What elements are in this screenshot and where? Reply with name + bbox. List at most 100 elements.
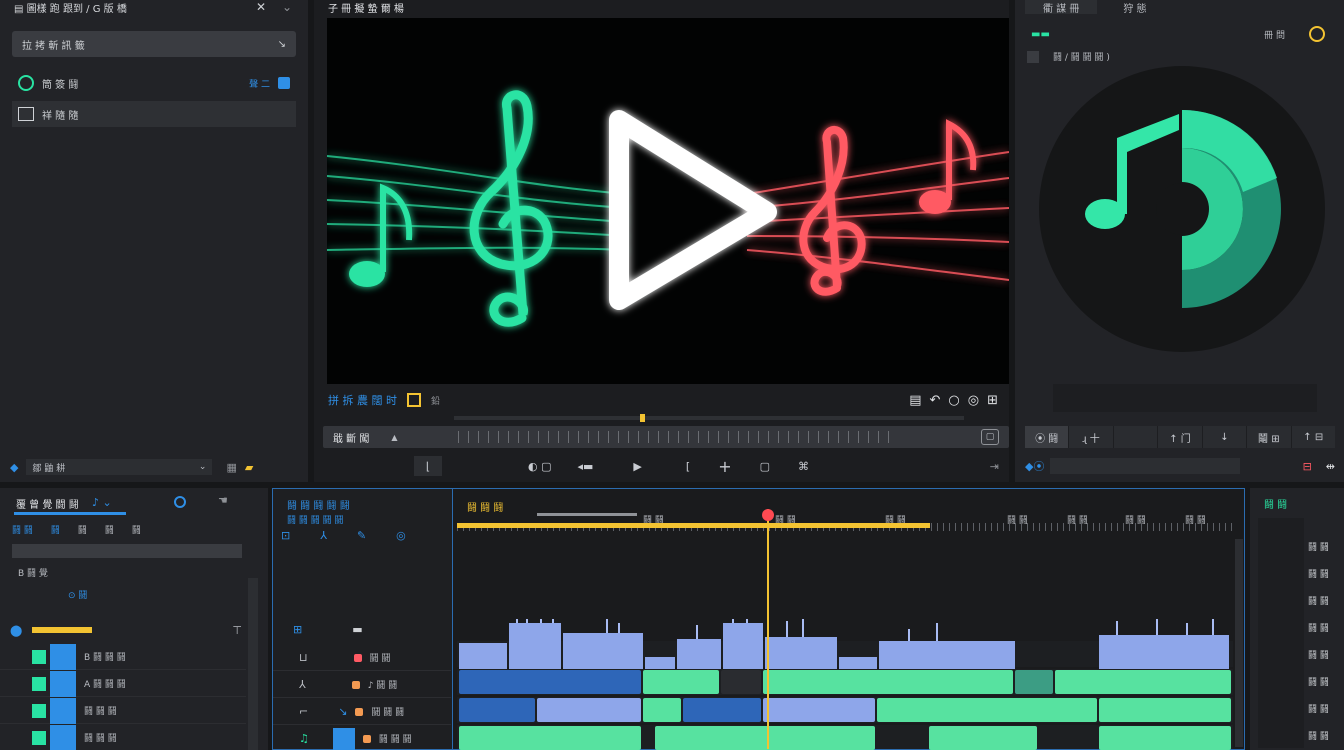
audio-clip-blue[interactable] [537, 698, 641, 722]
track-arm-icon[interactable]: ↘ [338, 705, 347, 718]
toolbar-item[interactable]: 鬪 [51, 523, 60, 536]
mixer-label[interactable]: 鬪 鬪 [1308, 729, 1329, 742]
undo-icon[interactable]: ↶ [930, 393, 941, 408]
fullscreen-icon[interactable]: ⊞ [987, 393, 998, 408]
grid-icon[interactable]: ▦ [226, 461, 236, 474]
option-checkbox[interactable] [1027, 50, 1039, 63]
scrub-top-marker[interactable] [640, 414, 645, 422]
close-icon[interactable]: ✕ [256, 0, 266, 14]
tool-3[interactable] [1114, 426, 1159, 448]
tool-2[interactable]: ɻ 十 [1069, 426, 1114, 448]
fit-icon[interactable]: ⇥ [990, 460, 999, 473]
preview-canvas[interactable] [327, 18, 1009, 384]
track-row[interactable]: 鬪 鬪 鬪 [0, 724, 246, 750]
track-control-row[interactable]: ⊔ 鬪 鬪 [273, 645, 451, 671]
add-icon[interactable]: + [718, 457, 731, 476]
mute-icon[interactable] [351, 680, 360, 689]
toolbar-item[interactable]: 鬪 [105, 523, 114, 536]
toolbar-item[interactable]: 鬪 [78, 523, 87, 536]
prev-frame-icon[interactable]: ◐ ▢ [528, 460, 552, 473]
search-icon[interactable]: ◎ [968, 393, 979, 408]
edit-icon[interactable]: ✎ [357, 529, 366, 542]
filter-icon[interactable]: ↘ [278, 39, 286, 50]
tab-inspector[interactable]: 衢 謀 冊 [1025, 0, 1098, 15]
tool-5[interactable]: ↓ [1203, 426, 1248, 448]
video-clip[interactable] [721, 670, 761, 694]
toggle-icon[interactable] [278, 77, 290, 89]
collapse-icon[interactable]: ⌄ [282, 0, 292, 14]
inspector-footer-field[interactable] [1050, 458, 1241, 474]
mute-icon[interactable] [355, 707, 364, 716]
rewind-icon[interactable]: ◂▬ [578, 460, 594, 473]
scrub-bar[interactable]: 戢 斷 闖 ▲ ▢ [323, 426, 1009, 448]
track-select[interactable] [50, 670, 76, 697]
scrub-end-icon[interactable]: ▢ [981, 429, 999, 445]
inspector-option[interactable]: 鬪 / 鬪 鬪 鬪 ) [1027, 50, 1110, 63]
mixer-label[interactable]: 鬪 鬪 [1308, 648, 1329, 661]
skip-back-icon[interactable]: ⌊ [414, 456, 442, 476]
music-clip[interactable] [1099, 726, 1231, 750]
export-icon[interactable]: ▤ [909, 393, 921, 408]
media-footer-field[interactable]: 鄒 鼬 耕 ⌄ [26, 459, 213, 475]
split-icon[interactable]: ⅄ [320, 529, 327, 542]
stop-icon[interactable]: ▢ [760, 460, 770, 473]
video-clip[interactable] [1055, 670, 1231, 694]
clock-icon[interactable] [174, 496, 186, 508]
loop-icon[interactable]: ◎ [396, 529, 406, 542]
audio-clip-green[interactable] [643, 698, 681, 722]
loop-icon[interactable]: ○ [948, 393, 959, 408]
link-icon[interactable]: ◆⦿ [1025, 458, 1044, 474]
mixer-label[interactable]: 鬪 鬪 [1308, 594, 1329, 607]
minus-icon[interactable]: ▬ [352, 623, 362, 636]
toolbar-item[interactable]: 鬪 鬪 [12, 523, 33, 536]
tool-7[interactable]: ↑ ⊟ [1292, 426, 1335, 448]
folder-icon[interactable]: ▰ [245, 461, 253, 474]
track-row[interactable]: A 鬪 鬪 鬪 [0, 670, 246, 697]
track-control-row[interactable]: ⅄ ♪ 鬪 鬪 [273, 672, 451, 698]
tool-6[interactable]: 鬮 ⊞ [1247, 426, 1292, 448]
link-icon[interactable]: ◆ [10, 461, 18, 474]
video-clip[interactable] [459, 670, 641, 694]
audio-clip-green[interactable] [1099, 698, 1231, 722]
tab-effects[interactable]: 狩 態 [1105, 0, 1164, 15]
snapshot-icon[interactable]: ⌘ [798, 460, 809, 473]
video-clip[interactable] [643, 670, 719, 694]
track-select[interactable] [50, 643, 76, 670]
mixer-label[interactable]: 鬪 鬪 [1308, 540, 1329, 553]
track-control-row[interactable]: ♫ 鬪 鬪 鬪 [273, 726, 451, 750]
track-list-slider[interactable] [14, 512, 126, 515]
track-select[interactable] [50, 697, 76, 724]
mute-icon[interactable] [353, 653, 362, 662]
audio-clip-blue[interactable] [763, 698, 875, 722]
playhead[interactable] [762, 509, 775, 749]
audio-icon[interactable]: ♪ ⌄ [92, 496, 112, 509]
work-area-bar[interactable] [457, 523, 931, 528]
video-clip[interactable] [763, 670, 1013, 694]
audio-clip-green[interactable] [877, 698, 1097, 722]
hand-icon[interactable]: ☚ [218, 494, 228, 507]
mixer-label[interactable]: 鬪 鬪 [1308, 621, 1329, 634]
mark-in-icon[interactable]: [ [686, 460, 690, 473]
mixer-label[interactable]: 鬪 鬪 [1308, 702, 1329, 715]
marker-icon[interactable] [407, 393, 421, 407]
lock-icon[interactable]: ⊡ [281, 529, 290, 542]
track-control-row[interactable]: ⌐ ↘ 鬪 鬪 鬪 [273, 699, 451, 725]
audio-clip-blue[interactable] [459, 698, 535, 722]
mixer-label[interactable]: 鬪 鬪 [1308, 567, 1329, 580]
media-item-images[interactable]: 祥 隨 隨 [12, 101, 296, 127]
music-clip[interactable] [459, 726, 641, 750]
mute-icon[interactable] [362, 734, 371, 743]
master-level[interactable] [32, 627, 93, 633]
split-icon[interactable]: ⇹ [1326, 460, 1335, 473]
audio-clip-blue[interactable] [683, 698, 761, 722]
media-item-music[interactable]: 筒 簽 鬪 聲 二 [12, 70, 296, 96]
tool-4[interactable]: ↑ 门 [1158, 426, 1203, 448]
track-select[interactable] [50, 724, 76, 750]
mixer-label[interactable]: 鬪 鬪 [1308, 675, 1329, 688]
music-clip[interactable] [929, 726, 1037, 750]
media-search-input[interactable]: 拉 拷 斬 訊 籤 ↘ [12, 31, 296, 57]
music-clip[interactable] [655, 726, 875, 750]
timeline-scrollbar[interactable] [1235, 539, 1243, 747]
track-arm-icon[interactable] [332, 727, 355, 750]
track-list-scrollbar[interactable] [248, 578, 258, 750]
